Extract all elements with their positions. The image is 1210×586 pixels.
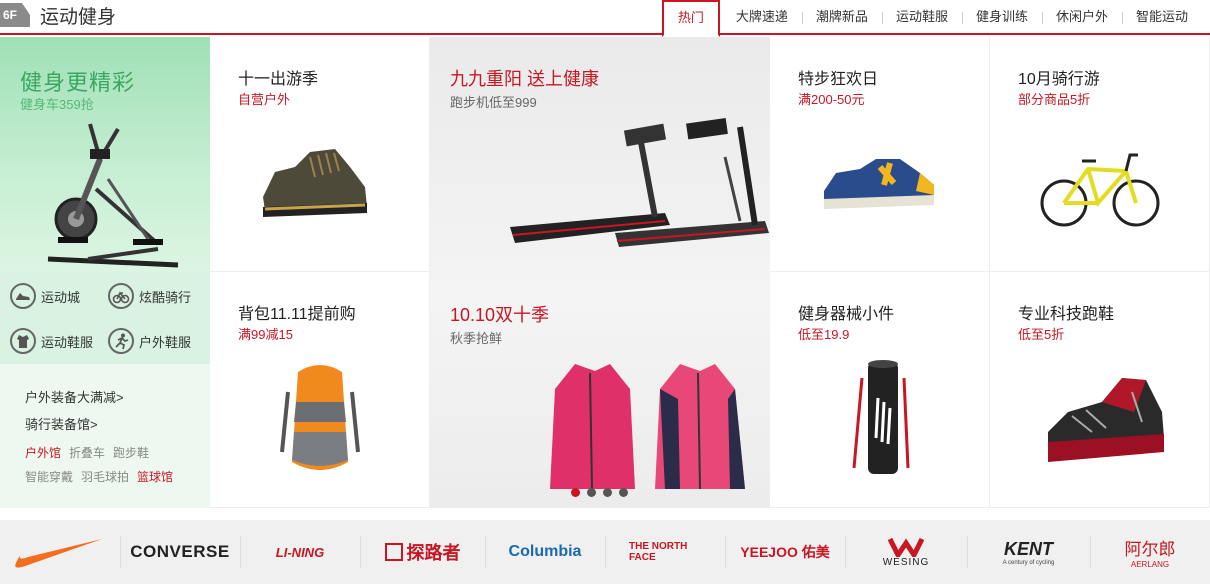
carousel-title[interactable]: 九九重阳 送上健康 [450, 65, 599, 91]
carousel-dot[interactable] [571, 488, 580, 497]
promo-subtitle: 健身车359抢 [20, 97, 94, 112]
running-shoe-image [1048, 378, 1164, 462]
brand-logo-nike[interactable] [0, 520, 120, 584]
product-title: 专业科技跑鞋 [1018, 306, 1115, 323]
product-subtitle: 满99减15 [238, 327, 293, 342]
badminton-link[interactable]: 羽毛球拍 [81, 470, 129, 484]
hiking-shoe-image [263, 149, 367, 217]
nike-swoosh-icon [15, 539, 103, 568]
carousel-dot[interactable] [619, 488, 628, 497]
brand-logo-converse[interactable]: CONVERSE [120, 520, 240, 584]
product-title: 十一出游季 [238, 71, 319, 88]
product-card[interactable]: 10月骑行游 部分商品5折 [990, 37, 1210, 272]
tab-fitness-training[interactable]: 健身训练 [961, 0, 1042, 35]
elliptical-trainer-image [47, 123, 179, 268]
quick-link-sports-city[interactable]: 运动城 [10, 283, 80, 309]
sneaker-image [824, 159, 934, 209]
tab-trend-new[interactable]: 潮牌新品 [801, 0, 882, 35]
product-card[interactable]: 健身器械小件 低至19.9 [770, 272, 990, 508]
product-card[interactable]: 十一出游季 自营户外 [210, 37, 430, 272]
basketball-hall-link[interactable]: 篮球馆 [137, 470, 173, 484]
backpack-image [280, 365, 360, 470]
folding-bike-link[interactable]: 折叠车 [69, 446, 105, 460]
quick-link-label: 户外鞋服 [139, 334, 192, 350]
promo-banner[interactable]: 健身更精彩 健身车359抢 [0, 37, 210, 272]
product-subtitle: 满200-50元 [798, 92, 865, 107]
brand-logo-wesing[interactable]: WESING [845, 520, 967, 584]
yoga-mat-image [852, 360, 910, 474]
toread-mark-icon [384, 543, 403, 561]
tab-smart-sports[interactable]: 智能运动 [1121, 0, 1202, 35]
tab-outdoor[interactable]: 休闲户外 [1041, 0, 1122, 35]
tab-hot[interactable]: 热门 [661, 0, 720, 37]
brand-logo-kent[interactable]: KENT A century of cycling [967, 520, 1090, 584]
tab-big-brands[interactable]: 大牌速递 [722, 0, 802, 35]
quick-link-outdoor-shoes[interactable]: 户外鞋服 [108, 328, 191, 354]
small-links-row: 智能穿戴 羽毛球拍 篮球馆 [25, 465, 205, 489]
brand-logo-li-ning[interactable]: LI-NING [240, 520, 360, 584]
smart-wear-link[interactable]: 智能穿戴 [25, 470, 73, 484]
product-subtitle: 自营户外 [238, 92, 291, 107]
shoe-icon [10, 283, 36, 309]
floor-badge: 6F [0, 3, 30, 27]
category-links: 户外装备大满减> 骑行装备馆> 户外馆 折叠车 跑步鞋 智能穿戴 羽毛球拍 篮球馆 [25, 387, 205, 489]
product-card[interactable]: 特步狂欢日 满200-50元 [770, 37, 990, 272]
product-subtitle: 低至19.9 [798, 327, 850, 342]
product-subtitle: 部分商品5折 [1018, 92, 1091, 107]
treadmill-image [510, 118, 769, 247]
product-title: 背包11.11提前购 [238, 306, 356, 323]
quick-link-cycling[interactable]: 炫酷骑行 [108, 283, 191, 309]
product-card[interactable]: 背包11.11提前购 满99减15 [210, 272, 430, 508]
carousel-dot[interactable] [587, 488, 596, 497]
carousel-subtitle: 秋季抢鲜 [450, 331, 503, 346]
promo-title: 健身更精彩 [20, 70, 136, 95]
product-subtitle: 低至5折 [1018, 327, 1065, 342]
carousel-subtitle: 跑步机低至999 [450, 95, 537, 110]
running-shoes-link[interactable]: 跑步鞋 [113, 446, 149, 460]
carousel: 九九重阳 送上健康 跑步机低至999 10.10双十季 秋季抢鲜 [430, 37, 770, 508]
quick-link-label: 运动城 [41, 289, 81, 305]
outdoor-gear-link[interactable]: 户外装备大满减> [25, 387, 205, 406]
brand-bar: CONVERSE LI-NING 探路者 Columbia THE NORTH … [0, 520, 1210, 584]
quick-link-label: 炫酷骑行 [139, 289, 192, 305]
tab-sports-apparel[interactable]: 运动鞋服 [881, 0, 962, 35]
floor-tabs: 热门 大牌速递 潮牌新品 运动鞋服 健身训练 休闲户外 智能运动 [661, 0, 1202, 37]
road-bike-image [1040, 153, 1160, 227]
cycling-gear-link[interactable]: 骑行装备馆> [25, 414, 205, 433]
quick-link-label: 运动鞋服 [41, 334, 94, 350]
jacket-icon [10, 328, 36, 354]
brand-logo-toread[interactable]: 探路者 [360, 520, 485, 584]
quick-link-sports-apparel[interactable]: 运动鞋服 [10, 328, 93, 354]
floor-title: 运动健身 [40, 7, 117, 28]
small-links-row: 户外馆 折叠车 跑步鞋 [25, 441, 205, 465]
brand-logo-columbia[interactable]: Columbia [485, 520, 605, 584]
brand-logo-yeejoo[interactable]: YEEJOO 佑美 [725, 520, 845, 584]
runner-icon [108, 328, 134, 354]
carousel-dots [571, 488, 628, 497]
product-title: 10月骑行游 [1018, 71, 1100, 88]
bike-icon [108, 283, 134, 309]
carousel-title[interactable]: 10.10双十季 [450, 301, 549, 327]
brand-logo-aerlang[interactable]: 阿尔郎 AERLANG [1090, 520, 1210, 584]
brand-logo-the-north-face[interactable]: THE NORTH FACE [605, 520, 725, 584]
wesing-mark-icon [888, 537, 924, 557]
quick-links-panel: 运动城 炫酷骑行 运动鞋服 户外鞋服 [0, 272, 210, 364]
product-title: 健身器械小件 [798, 306, 895, 323]
jackets-image [550, 364, 745, 490]
product-card[interactable]: 专业科技跑鞋 低至5折 [990, 272, 1210, 508]
outdoor-hall-link[interactable]: 户外馆 [25, 446, 61, 460]
left-sidebar: 健身更精彩 健身车359抢 运动城 炫酷骑行 运动鞋服 户外鞋服 户外装备大满减… [0, 37, 210, 508]
product-title: 特步狂欢日 [798, 71, 879, 88]
carousel-dot[interactable] [603, 488, 612, 497]
floor-header: 6F 运动健身 热门 大牌速递 潮牌新品 运动鞋服 健身训练 休闲户外 智能运动 [0, 0, 1210, 37]
